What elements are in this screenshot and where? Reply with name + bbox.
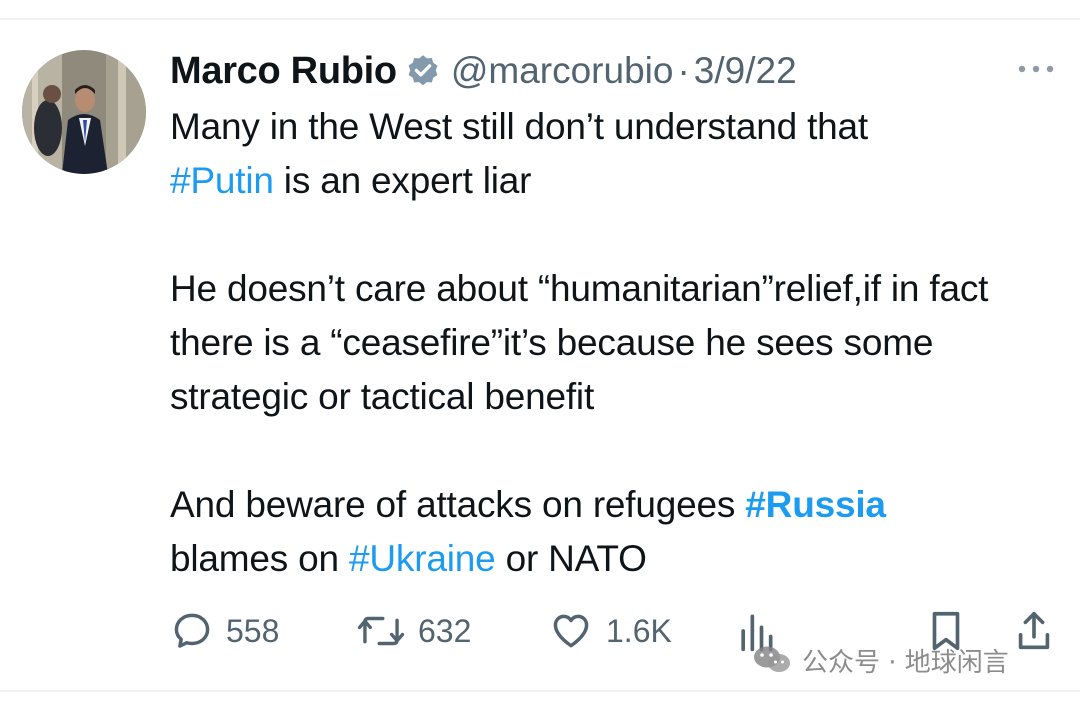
like-button[interactable]: 1.6K: [548, 606, 672, 656]
hashtag-putin-link[interactable]: #Putin: [170, 160, 274, 201]
top-divider: [0, 18, 1080, 20]
reply-button[interactable]: 558: [170, 606, 279, 656]
reply-count: 558: [226, 612, 280, 649]
hashtag-russia-link[interactable]: #Russia: [745, 484, 886, 525]
heart-icon: [548, 609, 594, 653]
tweet-line-2: is an expert liar: [273, 160, 532, 201]
watermark-text: 公众号 · 地球闲言: [802, 647, 1009, 678]
avatar-photo: [22, 50, 146, 174]
more-dots-icon[interactable]: [1012, 56, 1060, 82]
hashtag-ukraine-link[interactable]: #Ukraine: [349, 538, 496, 579]
watermark: 公众号 · 地球闲言: [752, 640, 1009, 680]
retweet-icon: [356, 609, 406, 653]
tweet-paragraph-2: He doesn’t care about “humanitarian”reli…: [170, 268, 989, 417]
header-separator: ·: [677, 50, 690, 91]
tweet-para3-end: or NATO: [495, 538, 647, 579]
tweet-date[interactable]: 3/9/22: [694, 50, 797, 92]
bottom-divider: [0, 690, 1080, 692]
tweet-line-1: Many in the West still don’t understand …: [170, 106, 869, 147]
retweet-button[interactable]: 632: [356, 606, 471, 656]
reply-bubble-icon: [170, 609, 214, 653]
tweet-paragraph-3: And beware of attacks on refugees #Russi…: [170, 478, 1060, 586]
wechat-logo-icon: [752, 645, 792, 675]
like-count: 1.6K: [606, 612, 672, 649]
share-button[interactable]: [1014, 606, 1054, 656]
retweet-count: 632: [418, 612, 472, 649]
tweet-para3-mid: blames on: [170, 538, 349, 579]
share-upload-icon: [1014, 608, 1054, 654]
author-handle[interactable]: @marcorubio: [451, 50, 674, 92]
verified-badge-icon: [405, 53, 441, 89]
tweet-header: Marco Rubio @marcorubio · 3/9/22: [170, 44, 797, 98]
author-name[interactable]: Marco Rubio: [170, 50, 397, 93]
tweet-paragraph-1: Many in the West still don’t understand …: [170, 100, 1060, 208]
avatar[interactable]: [22, 50, 146, 174]
tweet-para3-start: And beware of attacks on refugees: [170, 484, 746, 525]
tweet-text: Many in the West still don’t understand …: [170, 100, 1060, 586]
